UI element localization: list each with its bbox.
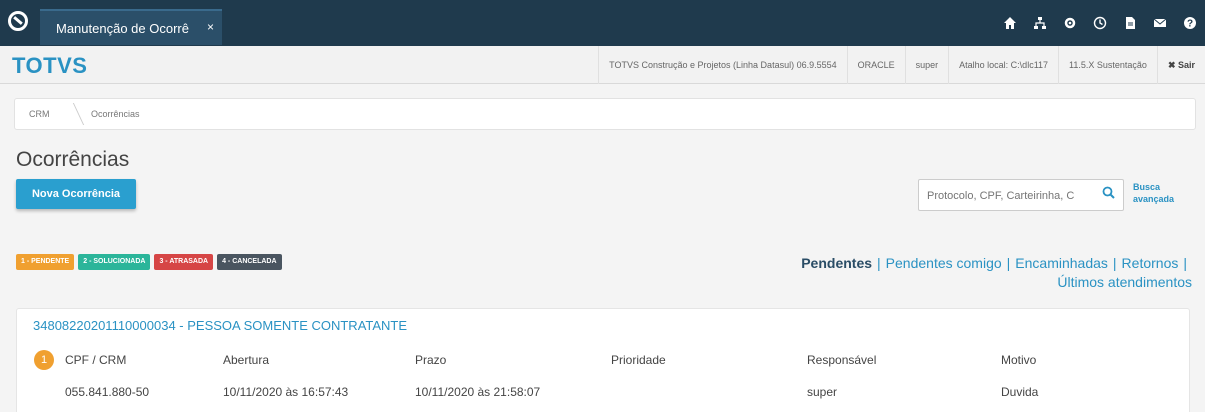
sitemap-icon[interactable] [1025,0,1055,46]
status-legend: 1 - PENDENTE 2 - SOLUCIONADA 3 - ATRASAD… [16,254,286,270]
status-badge-atrasada: 3 - ATRASADA [154,254,214,270]
tab-close-icon[interactable]: × [207,20,214,34]
app-logo-icon[interactable] [8,11,28,31]
settings-icon[interactable] [1055,0,1085,46]
status-badge-pendente: 1 - PENDENTE [16,254,75,270]
value-abertura: 10/11/2020 às 16:57:43 [223,385,349,399]
shortcut-info: Atalho local: C:\dlc117 [948,46,1058,84]
advanced-search-line1: Busca [1133,182,1161,192]
status-badge-cancelada: 4 - CANCELADA [217,254,282,270]
header-motivo: Motivo [1001,353,1037,367]
breadcrumb-separator [61,103,85,125]
filter-pendentes-comigo[interactable]: Pendentes comigo [886,255,1002,271]
search-box [918,179,1124,211]
page-title: Ocorrências [16,148,130,171]
advanced-search-line2: avançada [1133,194,1175,204]
header-abertura: Abertura [223,353,270,367]
status-badge-solucionada: 2 - SOLUCIONADA [78,254,151,270]
file-icon[interactable] [1115,0,1145,46]
filter-ultimos-atendimentos[interactable]: Últimos atendimentos [1057,274,1192,290]
filter-retornos[interactable]: Retornos [1122,255,1179,271]
breadcrumb-current: Ocorrências [91,109,140,119]
filter-separator: | [1183,255,1187,271]
toolbar-icons: ? [995,0,1205,46]
header-info: TOTVS Construção e Projetos (Linha Datas… [598,46,1205,84]
search-input[interactable] [927,186,1093,206]
tab-label: Manutenção de Ocorrê [56,21,189,36]
filter-links: Pendentes | Pendentes comigo | Encaminhadas |… [752,254,1192,292]
mail-icon[interactable] [1145,0,1175,46]
header-prazo: Prazo [415,353,447,367]
database-info: ORACLE [846,46,905,84]
user-info[interactable]: super [904,46,949,84]
search-icon[interactable] [1102,186,1115,202]
help-icon[interactable]: ? [1175,0,1205,46]
header-bar: TOTVS TOTVS Construção e Projetos (Linha… [0,46,1205,84]
version-info: 11.5.X Sustentação [1058,46,1157,84]
value-responsavel: super [807,385,838,399]
occurrence-card: 34808220201110000034 - PESSOA SOMENTE CO… [16,308,1190,412]
filter-separator: | [1112,255,1117,271]
advanced-search-link[interactable]: Busca avançada [1133,181,1174,205]
value-cpf-crm: 055.841.880-50 [65,385,150,399]
filter-encaminhadas[interactable]: Encaminhadas [1015,255,1108,271]
exit-button[interactable]: ✖ Sair [1156,46,1205,84]
top-bar: Manutenção de Ocorrê × ? [0,0,1205,46]
header-responsavel: Responsável [807,353,877,367]
occurrence-title-link[interactable]: 34808220201110000034 - PESSOA SOMENTE CO… [33,318,407,333]
header-prioridade: Prioridade [611,353,666,367]
filter-separator: | [1006,255,1011,271]
breadcrumb-crm[interactable]: CRM [29,109,50,119]
product-info: TOTVS Construção e Projetos (Linha Datas… [598,46,846,84]
brand-logo: TOTVS [12,53,88,78]
clock-icon[interactable] [1085,0,1115,46]
value-prazo: 10/11/2020 às 21:58:07 [415,385,541,399]
filter-separator: | [877,255,881,271]
home-icon[interactable] [995,0,1025,46]
status-number-badge: 1 [34,350,54,370]
filter-pendentes[interactable]: Pendentes [801,255,872,271]
value-motivo: Duvida [1001,385,1039,399]
tab-manutencao-ocorrencias[interactable]: Manutenção de Ocorrê × [40,9,222,45]
new-occurrence-button[interactable]: Nova Ocorrência [16,179,136,209]
header-cpf-crm: CPF / CRM [65,353,127,367]
breadcrumb: CRM Ocorrências [14,98,1196,130]
svg-text:?: ? [1187,19,1193,30]
